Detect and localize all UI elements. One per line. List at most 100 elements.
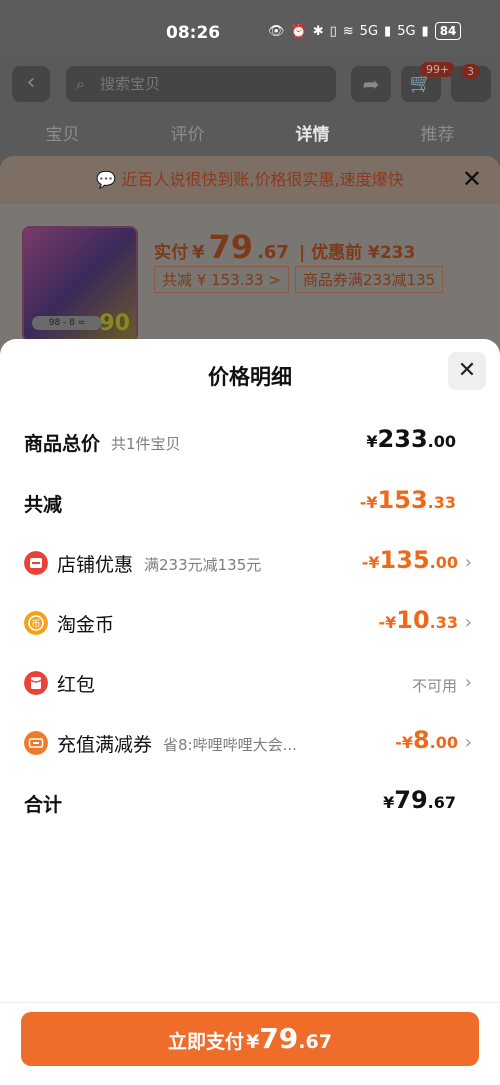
final-price: 实付 ¥ 79 .67 | 优惠前 ¥233 bbox=[154, 228, 415, 266]
status-icons: 👁 ⏰ ✱ ▯ ≋ 5G ▮ 5G ▮ 84 bbox=[268, 22, 462, 40]
amount-decimal: .33 bbox=[429, 613, 458, 632]
promo-banner: 💬 近百人说很快到账,价格很实惠,速度爆快 bbox=[0, 156, 500, 204]
shop-icon bbox=[24, 551, 48, 575]
recharge-coupon-detail: 省8:哔哩哔哩大会... bbox=[163, 736, 297, 754]
total-reduction-label: 共减 bbox=[24, 494, 63, 516]
chevron-right-icon: › bbox=[464, 732, 472, 753]
thumbnail-code: 98 - 8 = bbox=[32, 316, 102, 330]
signal-label-1: 5G bbox=[359, 23, 379, 39]
row-goods-total: 商品总价 共1件宝贝 ¥233.00 bbox=[0, 421, 500, 461]
tab-details[interactable]: 详情 bbox=[296, 120, 330, 145]
chevron-left-icon: ‹ bbox=[26, 70, 36, 95]
status-time: 08:26 bbox=[166, 23, 221, 43]
currency: -¥ bbox=[378, 613, 397, 632]
product-thumbnail: 98 - 8 = 90 bbox=[22, 226, 138, 342]
order-summary-sheet: 💬 近百人说很快到账,价格很实惠,速度爆快 ✕ 98 - 8 = 90 实付 ¥… bbox=[0, 156, 500, 356]
footer-divider bbox=[0, 1002, 500, 1003]
search-placeholder: 搜索宝贝 bbox=[100, 75, 161, 93]
total-discount-chip[interactable]: 共减 ¥ 153.33 > bbox=[154, 266, 289, 293]
red-packet-status: 不可用 bbox=[411, 677, 457, 695]
pay-amount-integer: 79 bbox=[259, 1022, 299, 1055]
tab-bar: 宝贝 评价 详情 推荐 bbox=[0, 120, 500, 145]
amount-integer: 79 bbox=[394, 786, 428, 814]
chevron-right-icon: › bbox=[464, 672, 472, 693]
tab-recommend[interactable]: 推荐 bbox=[421, 120, 455, 145]
shop-discount-label: 店铺优惠 bbox=[57, 554, 134, 576]
status-bar: 08:26 👁 ⏰ ✱ ▯ ≋ 5G ▮ 5G ▮ 84 bbox=[0, 0, 500, 54]
amount-decimal: .33 bbox=[427, 493, 456, 512]
tab-reviews[interactable]: 评价 bbox=[171, 120, 205, 145]
alarm-icon: ⏰ bbox=[290, 23, 307, 39]
amount-decimal: .67 bbox=[427, 793, 456, 812]
pay-currency: ¥ bbox=[246, 1031, 260, 1053]
amount-integer: 8 bbox=[412, 726, 430, 754]
row-shop-discount[interactable]: 店铺优惠 满233元减135元 -¥ 135.00 › bbox=[0, 542, 500, 582]
currency: -¥ bbox=[359, 493, 378, 512]
tab-item[interactable]: 宝贝 bbox=[46, 120, 80, 145]
row-red-packet[interactable]: 红包 不可用 › bbox=[0, 662, 500, 702]
grand-total-label: 合计 bbox=[24, 794, 63, 816]
eye-icon: 👁 bbox=[268, 23, 285, 39]
chevron-right-icon: › bbox=[464, 612, 472, 633]
price-detail-sheet: 价格明细 ✕ 商品总价 共1件宝贝 ¥233.00 共减 -¥ 153.33 店铺… bbox=[0, 339, 500, 1085]
signal-bars-icon: ▮ bbox=[384, 23, 392, 39]
taobao-coin-amount: -¥ 10.33 bbox=[378, 606, 458, 634]
price-decimal: .67 bbox=[257, 242, 289, 263]
price-integer: 79 bbox=[208, 228, 254, 266]
wifi-icon: ≋ bbox=[342, 23, 354, 39]
amount-decimal: .00 bbox=[429, 553, 458, 572]
pay-label: 实付 bbox=[154, 243, 188, 263]
goods-total-label: 商品总价 bbox=[24, 433, 101, 455]
price-currency: ¥ bbox=[192, 242, 205, 263]
recharge-coupon-label: 充值满减券 bbox=[57, 734, 153, 756]
vibrate-icon: ▯ bbox=[329, 23, 337, 39]
coin-icon: 币 bbox=[24, 611, 48, 635]
thumbnail-number: 90 bbox=[99, 311, 130, 336]
amount-decimal: .00 bbox=[429, 733, 458, 752]
recharge-coupon-amount: -¥ 8.00 bbox=[395, 726, 458, 754]
currency: -¥ bbox=[361, 553, 380, 572]
row-recharge-coupon[interactable]: 充值满减券 省8:哔哩哔哩大会... -¥ 8.00 › bbox=[0, 722, 500, 762]
pay-now-label: 立即支付 bbox=[168, 1031, 245, 1053]
amount-integer: 153 bbox=[377, 486, 428, 514]
coupon-icon bbox=[24, 731, 48, 755]
price-before-discount: | 优惠前 ¥233 bbox=[298, 243, 416, 263]
total-reduction-amount: -¥ 153.33 bbox=[360, 486, 456, 514]
taobao-coin-label: 淘金币 bbox=[57, 614, 115, 636]
pay-amount-decimal: .67 bbox=[298, 1031, 332, 1053]
shop-discount-rule: 满233元减135元 bbox=[144, 556, 262, 574]
row-total-reduction: 共减 -¥ 153.33 bbox=[0, 482, 500, 522]
promo-banner-text: 近百人说很快到账,价格很实惠,速度爆快 bbox=[121, 170, 404, 189]
close-icon[interactable]: ✕ bbox=[462, 165, 482, 193]
currency: ¥ bbox=[366, 432, 378, 451]
red-packet-label: 红包 bbox=[57, 674, 96, 696]
search-input[interactable]: ⌕ 搜索宝贝 bbox=[66, 66, 336, 102]
amount-integer: 233 bbox=[377, 425, 428, 453]
message-badge: 3 bbox=[461, 64, 480, 79]
close-icon: ✕ bbox=[457, 358, 477, 383]
close-button[interactable]: ✕ bbox=[448, 352, 486, 390]
share-button[interactable]: ➦ bbox=[351, 66, 391, 102]
top-nav: ‹ ⌕ 搜索宝贝 ➦ 🛒 99+ 3 宝贝 评价 详情 推荐 bbox=[0, 54, 500, 156]
chat-icon: 💬 bbox=[96, 170, 117, 189]
search-icon: ⌕ bbox=[76, 74, 85, 93]
grand-total-amount: ¥79.67 bbox=[383, 786, 456, 814]
bluetooth-icon: ✱ bbox=[312, 23, 324, 39]
row-taobao-coin[interactable]: 币 淘金币 -¥ 10.33 › bbox=[0, 602, 500, 642]
battery-icon: 84 bbox=[434, 22, 462, 40]
sheet-title: 价格明细 bbox=[208, 365, 292, 389]
row-grand-total: 合计 ¥79.67 bbox=[0, 782, 500, 822]
shop-discount-amount: -¥ 135.00 bbox=[362, 546, 458, 574]
goods-total-amount: ¥233.00 bbox=[366, 425, 456, 453]
amount-integer: 10 bbox=[396, 606, 430, 634]
back-button[interactable]: ‹ bbox=[12, 66, 50, 102]
coupon-chip: 商品券满233减135 bbox=[294, 266, 444, 293]
currency: ¥ bbox=[383, 793, 395, 812]
amount-decimal: .00 bbox=[427, 432, 456, 451]
signal-bars-icon: ▮ bbox=[421, 23, 429, 39]
share-icon: ➦ bbox=[362, 72, 380, 96]
amount-integer: 135 bbox=[379, 546, 430, 574]
cart-badge: 99+ bbox=[420, 62, 456, 77]
pay-now-button[interactable]: 立即支付 ¥ 79 .67 bbox=[21, 1012, 479, 1066]
goods-count: 共1件宝贝 bbox=[111, 435, 181, 453]
